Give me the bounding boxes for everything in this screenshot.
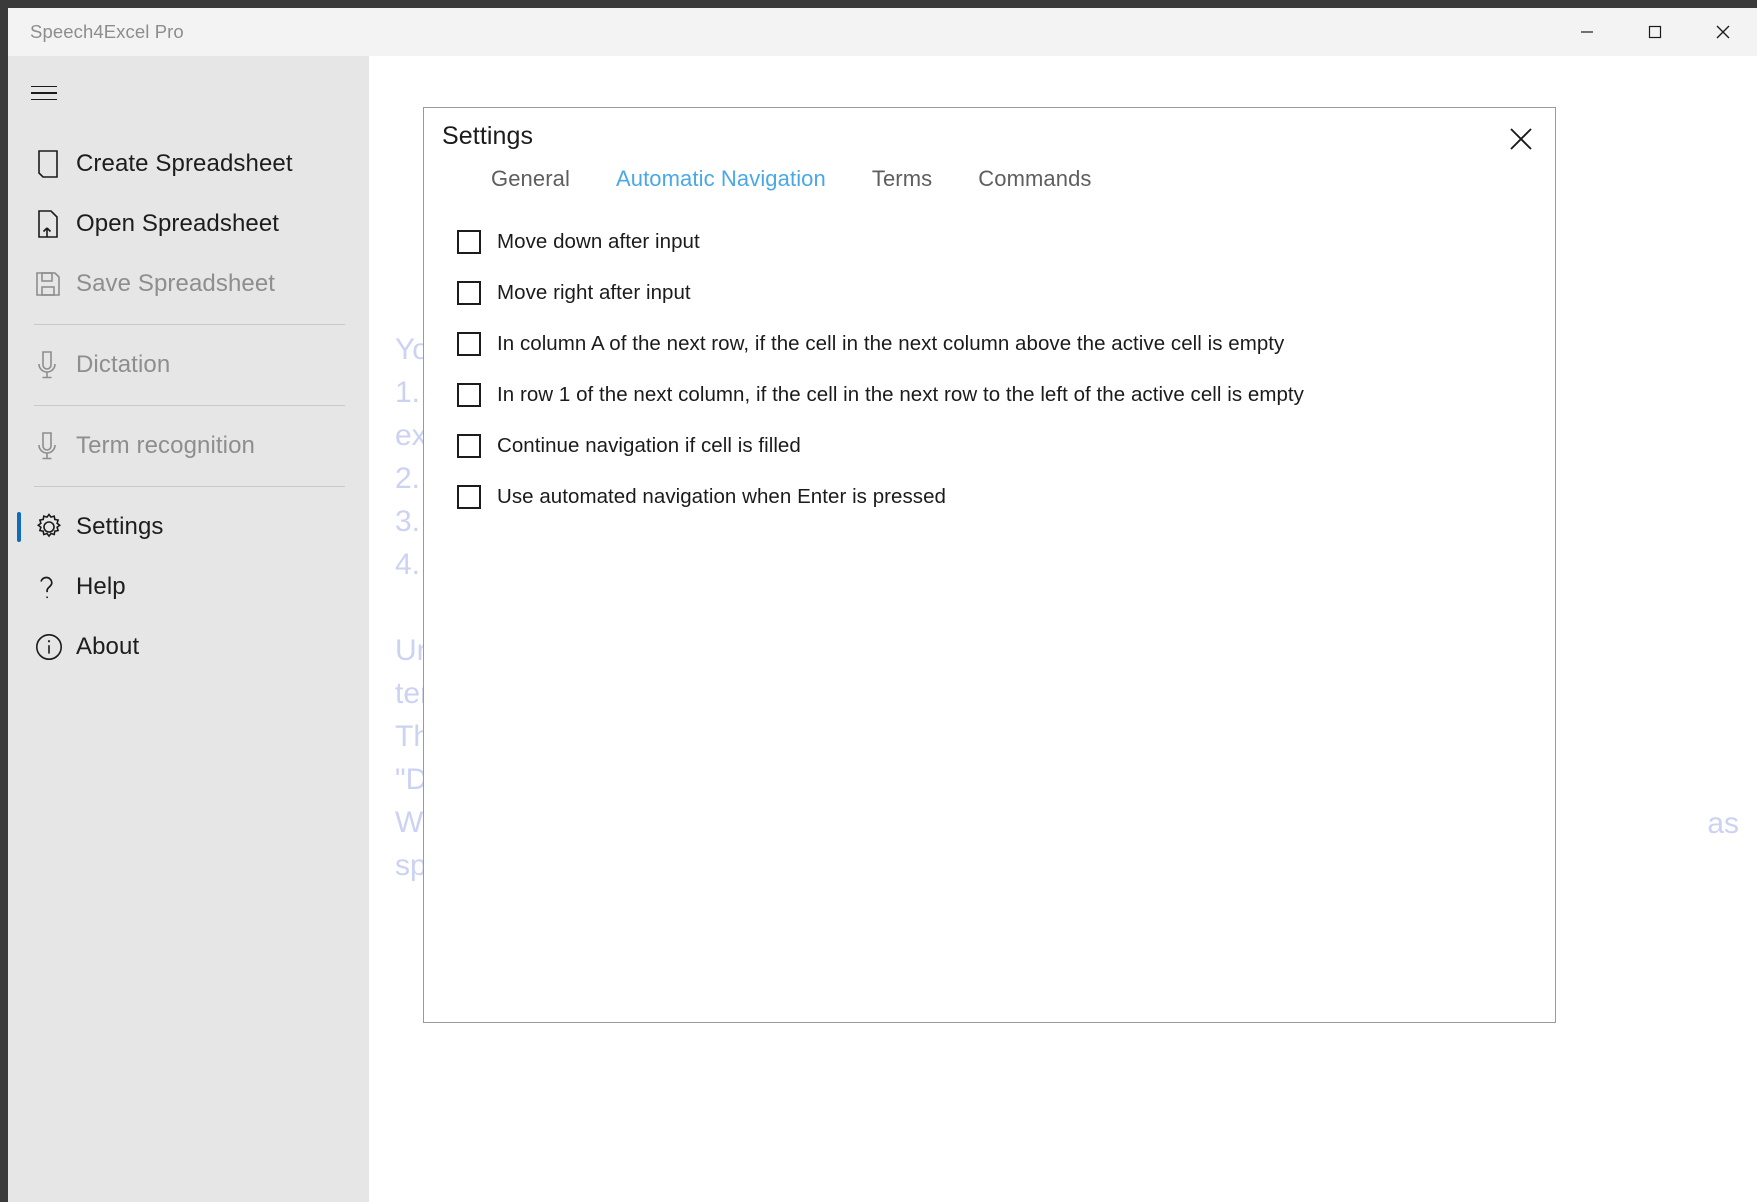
sidebar-item-label: About bbox=[76, 633, 140, 660]
selection-indicator bbox=[17, 512, 21, 542]
checkbox-move-right-after-input[interactable] bbox=[457, 280, 481, 305]
sidebar-nav-list: Create Spreadsheet Open Spreadsheet Save… bbox=[8, 134, 369, 677]
sidebar-item-label: Create Spreadsheet bbox=[76, 150, 293, 177]
tab-terms[interactable]: Terms bbox=[849, 166, 955, 192]
sidebar-item-term-recognition[interactable]: Term recognition bbox=[8, 416, 369, 476]
sidebar: Create Spreadsheet Open Spreadsheet Save… bbox=[8, 56, 369, 1202]
checkbox-continue-navigation-if-filled[interactable] bbox=[457, 433, 481, 458]
checkbox-label: Move right after input bbox=[497, 280, 691, 304]
sidebar-item-about[interactable]: About bbox=[8, 617, 369, 677]
window-close-button[interactable] bbox=[1689, 8, 1757, 56]
sidebar-item-label: Open Spreadsheet bbox=[76, 210, 280, 237]
new-document-icon bbox=[34, 149, 76, 179]
checkbox-row[interactable]: In column A of the next row, if the cell… bbox=[456, 318, 1539, 369]
question-mark-icon bbox=[34, 572, 76, 602]
sidebar-divider bbox=[34, 486, 345, 487]
tab-commands[interactable]: Commands bbox=[955, 166, 1114, 192]
gear-icon bbox=[34, 512, 76, 542]
checkbox-label: Use automated navigation when Enter is p… bbox=[497, 484, 947, 508]
minimize-icon bbox=[1579, 24, 1595, 40]
dialog-close-button[interactable] bbox=[1497, 117, 1545, 161]
checkbox-column-a-next-row[interactable] bbox=[457, 331, 481, 356]
settings-dialog: Settings General Automatic Navigation Te… bbox=[423, 107, 1556, 1023]
hamburger-menu-button[interactable] bbox=[14, 66, 74, 120]
close-icon bbox=[1508, 126, 1534, 152]
checkbox-automated-navigation-on-enter[interactable] bbox=[457, 484, 481, 509]
sidebar-item-label: Term recognition bbox=[76, 432, 256, 459]
checkbox-label: Move down after input bbox=[497, 229, 700, 253]
checkbox-row[interactable]: Continue navigation if cell is filled bbox=[456, 420, 1539, 471]
open-document-icon bbox=[34, 209, 76, 239]
checkbox-label: In row 1 of the next column, if the cell… bbox=[497, 382, 1304, 406]
dialog-tabs: General Automatic Navigation Terms Comma… bbox=[468, 166, 1115, 192]
maximize-button[interactable] bbox=[1621, 8, 1689, 56]
sidebar-item-settings[interactable]: Settings bbox=[8, 497, 369, 557]
title-bar: Speech4Excel Pro bbox=[8, 8, 1757, 56]
sidebar-divider bbox=[34, 405, 345, 406]
hamburger-icon bbox=[31, 85, 57, 101]
floppy-disk-icon bbox=[34, 270, 76, 298]
checkbox-row[interactable]: In row 1 of the next column, if the cell… bbox=[456, 369, 1539, 420]
tab-general[interactable]: General bbox=[468, 166, 593, 192]
checkbox-label: In column A of the next row, if the cell… bbox=[497, 331, 1285, 355]
info-circle-icon bbox=[34, 632, 76, 662]
content-area: You 1. ( exi 2. I 3. ( 4. S Un ter The "… bbox=[369, 56, 1757, 1202]
sidebar-item-label: Settings bbox=[76, 513, 164, 540]
minimize-button[interactable] bbox=[1553, 8, 1621, 56]
sidebar-item-open-spreadsheet[interactable]: Open Spreadsheet bbox=[8, 194, 369, 254]
sidebar-item-label: Save Spreadsheet bbox=[76, 270, 276, 297]
window-controls bbox=[1553, 8, 1757, 56]
checkbox-row[interactable]: Move right after input bbox=[456, 267, 1539, 318]
background-text-right-fragment: as bbox=[1707, 807, 1739, 840]
dialog-title: Settings bbox=[442, 122, 534, 150]
checkbox-label: Continue navigation if cell is filled bbox=[497, 433, 801, 457]
microphone-icon bbox=[34, 430, 76, 462]
window-title: Speech4Excel Pro bbox=[30, 21, 184, 42]
sidebar-item-create-spreadsheet[interactable]: Create Spreadsheet bbox=[8, 134, 369, 194]
checkbox-row[interactable]: Move down after input bbox=[456, 216, 1539, 267]
sidebar-item-label: Help bbox=[76, 573, 126, 600]
microphone-icon bbox=[34, 349, 76, 381]
app-window: Speech4Excel Pro Create Spreadsheet Open… bbox=[8, 8, 1757, 1202]
checkbox-row[interactable]: Use automated navigation when Enter is p… bbox=[456, 471, 1539, 522]
checkbox-row-1-next-column[interactable] bbox=[457, 382, 481, 407]
maximize-icon bbox=[1647, 24, 1663, 40]
tab-automatic-navigation[interactable]: Automatic Navigation bbox=[593, 166, 849, 192]
sidebar-item-dictation[interactable]: Dictation bbox=[8, 335, 369, 395]
close-icon bbox=[1714, 23, 1732, 41]
sidebar-item-help[interactable]: Help bbox=[8, 557, 369, 617]
checkbox-move-down-after-input[interactable] bbox=[457, 229, 481, 254]
sidebar-divider bbox=[34, 324, 345, 325]
sidebar-item-label: Dictation bbox=[76, 351, 171, 378]
sidebar-item-save-spreadsheet[interactable]: Save Spreadsheet bbox=[8, 254, 369, 314]
automatic-navigation-options: Move down after input Move right after i… bbox=[456, 216, 1539, 522]
